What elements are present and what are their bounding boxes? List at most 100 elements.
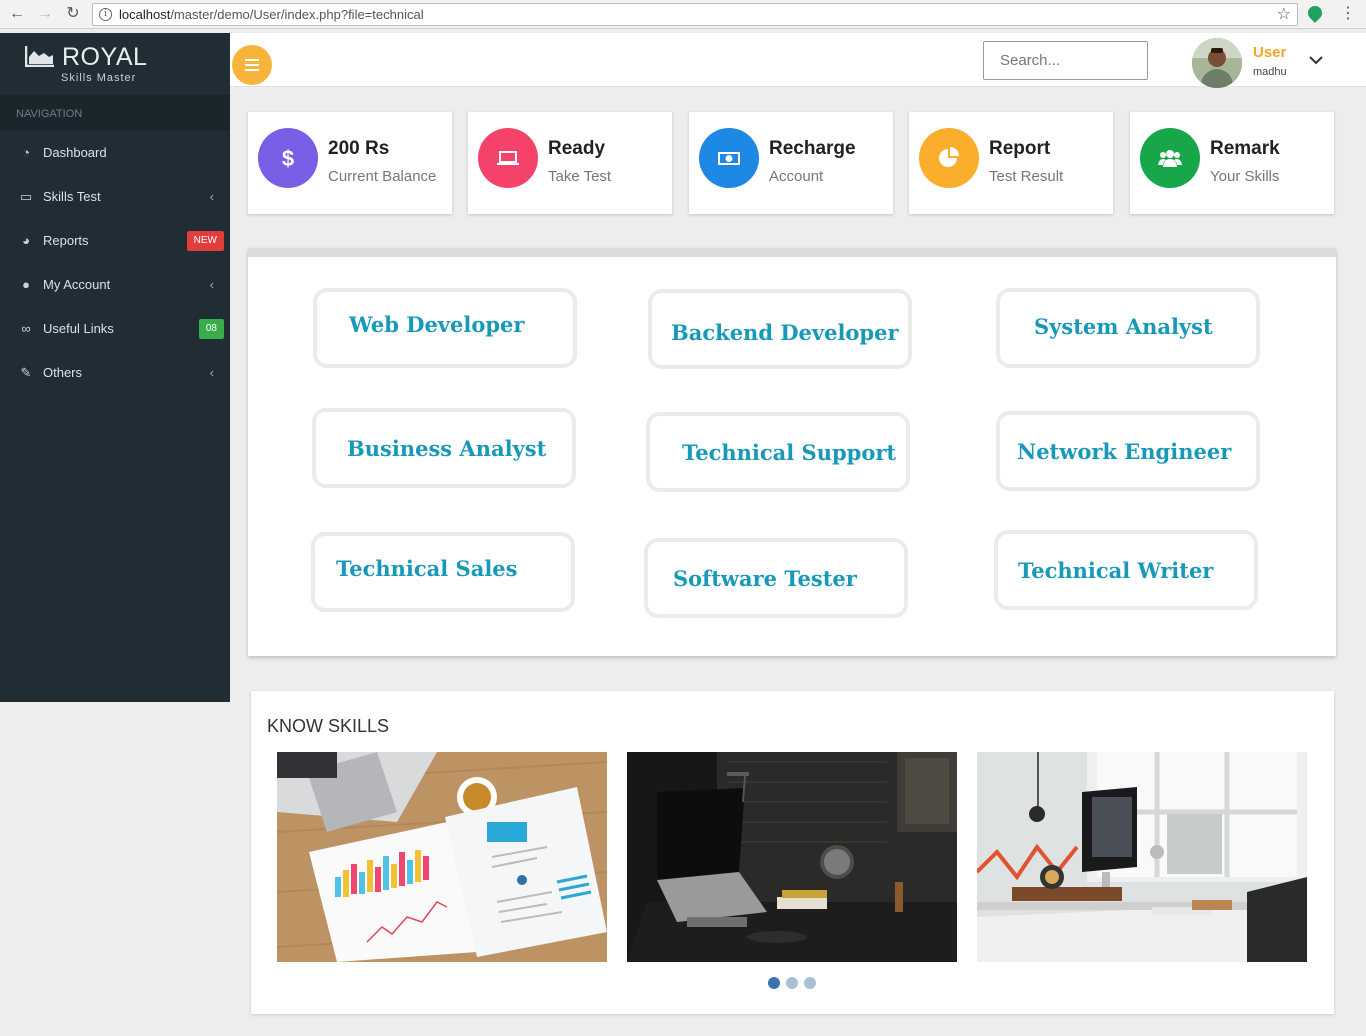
info-icon[interactable]: i <box>99 8 112 21</box>
svg-text:$: $ <box>282 146 294 170</box>
skill-backend-developer[interactable]: Backend Developer <box>648 289 912 369</box>
stat-subtitle: Your Skills <box>1210 168 1280 185</box>
avatar[interactable] <box>1192 38 1242 88</box>
stat-title: Remark <box>1210 138 1280 159</box>
brand-subtitle: Skills Master <box>61 72 137 84</box>
new-badge: NEW <box>186 231 224 251</box>
sidebar-item-label: My Account <box>43 277 111 292</box>
skill-label: Network Engineer <box>1017 439 1232 464</box>
stat-subtitle: Test Result <box>989 168 1064 185</box>
carousel-dot[interactable] <box>786 977 798 989</box>
sidebar-item-my-account[interactable]: ● My Account ‹ <box>0 263 230 307</box>
skill-business-analyst[interactable]: Business Analyst <box>312 408 576 488</box>
laptop-icon: ▭ <box>19 189 33 204</box>
skill-label: Backend Developer <box>671 320 899 345</box>
extension-icon[interactable] <box>1305 3 1325 23</box>
hamburger-line <box>245 69 259 71</box>
search-input[interactable] <box>983 41 1148 80</box>
stat-card-balance[interactable]: $ 200 Rs Current Balance <box>248 112 452 214</box>
users-icon <box>1140 128 1200 188</box>
stat-title: 200 Rs <box>328 138 390 159</box>
sidebar-item-label: Dashboard <box>43 145 107 160</box>
address-url[interactable]: localhost/master/demo/User/index.php?fil… <box>119 4 424 25</box>
laptop-on-desk-photo <box>627 752 957 962</box>
dollar-glyph: $ <box>282 146 294 170</box>
chevron-down-icon[interactable] <box>1309 53 1323 67</box>
browser-menu-icon[interactable]: ⋮ <box>1340 5 1356 23</box>
skill-web-developer[interactable]: Web Developer <box>313 288 577 368</box>
sidebar-item-dashboard[interactable]: ◔ Dashboard <box>0 131 230 175</box>
analytics-paper-photo <box>277 752 607 962</box>
sidebar-item-label: Reports <box>43 233 89 248</box>
stat-subtitle: Account <box>769 168 824 185</box>
laptop-icon <box>478 128 538 188</box>
pie-glyph <box>939 147 959 167</box>
sidebar-item-label: Others <box>43 365 83 380</box>
carousel-dot[interactable] <box>804 977 816 989</box>
sidebar-item-reports[interactable]: ◕ Reports NEW <box>0 219 230 263</box>
count-badge: 08 <box>198 319 224 339</box>
sidebar-item-label: Useful Links <box>43 321 114 336</box>
skill-label: Technical Sales <box>336 556 518 581</box>
edit-icon: ✎ <box>20 365 32 380</box>
stat-card-recharge[interactable]: Recharge Account <box>689 112 893 214</box>
carousel-dot[interactable] <box>768 977 780 989</box>
slide-analytics-paper[interactable] <box>277 752 607 962</box>
pie-chart-icon <box>919 128 979 188</box>
sidebar-item-skills-test[interactable]: ▭ Skills Test ‹ <box>0 175 230 219</box>
back-arrow-icon[interactable]: ← <box>8 5 26 23</box>
skill-label: Technical Writer <box>1018 558 1214 583</box>
user-icon: ● <box>22 277 30 292</box>
money-glyph <box>718 152 740 165</box>
browser-toolbar: ← → ↻ i localhost/master/demo/User/index… <box>0 0 1366 29</box>
skill-network-engineer[interactable]: Network Engineer <box>996 411 1260 491</box>
stat-card-remark[interactable]: Remark Your Skills <box>1130 112 1334 214</box>
skill-software-tester[interactable]: Software Tester <box>644 538 908 618</box>
stat-title: Ready <box>548 138 606 159</box>
sidebar-item-others[interactable]: ✎ Others ‹ <box>0 351 230 395</box>
home-office-photo <box>977 752 1307 962</box>
money-icon <box>699 128 759 188</box>
area-chart-icon <box>25 46 54 67</box>
skill-label: Software Tester <box>673 566 857 591</box>
sidebar-item-useful-links[interactable]: ∞ Useful Links 08 <box>0 307 230 351</box>
skill-label: Web Developer <box>349 312 525 337</box>
stat-title: Recharge <box>769 138 856 159</box>
user-name[interactable]: User <box>1253 44 1286 61</box>
skill-label: System Analyst <box>1034 314 1213 339</box>
skill-technical-writer[interactable]: Technical Writer <box>994 530 1258 610</box>
sidebar-item-label: Skills Test <box>43 189 101 204</box>
know-skills-title: KNOW SKILLS <box>267 716 390 736</box>
nav-header: NAVIGATION <box>0 95 230 131</box>
dollar-icon: $ <box>258 128 318 188</box>
stat-card-report[interactable]: Report Test Result <box>909 112 1113 214</box>
hamburger-line <box>245 64 259 66</box>
know-skills-panel: KNOW SKILLS <box>251 691 1334 1014</box>
bookmark-star-icon[interactable]: ☆ <box>1277 4 1291 25</box>
brand[interactable]: ROYAL Skills Master <box>0 33 230 95</box>
top-header: User madhu <box>230 33 1366 88</box>
sidebar: ROYAL Skills Master NAVIGATION ◔ Dashboa… <box>0 33 230 702</box>
brand-title: ROYAL <box>62 43 148 71</box>
reload-icon[interactable]: ↻ <box>64 5 82 23</box>
address-bar[interactable]: i localhost/master/demo/User/index.php?f… <box>92 3 1298 26</box>
slide-home-office[interactable] <box>977 752 1307 962</box>
dashboard-icon: ◔ <box>22 145 30 160</box>
skill-label: Technical Support <box>682 440 897 465</box>
url-host: localhost <box>119 7 171 22</box>
skill-technical-sales[interactable]: Technical Sales <box>311 532 575 612</box>
avatar-photo <box>1192 38 1242 88</box>
chevron-left-icon: ‹ <box>209 365 214 380</box>
chevron-left-icon: ‹ <box>209 189 214 204</box>
slide-laptop-desk[interactable] <box>627 752 957 962</box>
forward-arrow-icon[interactable]: → <box>36 5 54 23</box>
url-path: /master/demo/User/index.php?file=technic… <box>170 7 424 22</box>
stat-subtitle: Take Test <box>548 168 612 185</box>
skill-technical-support[interactable]: Technical Support <box>646 412 910 492</box>
skill-system-analyst[interactable]: System Analyst <box>996 288 1260 368</box>
users-glyph <box>1158 150 1182 167</box>
menu-toggle-button[interactable] <box>232 45 272 85</box>
stat-card-take-test[interactable]: Ready Take Test <box>468 112 672 214</box>
skill-label: Business Analyst <box>347 436 547 461</box>
laptop-glyph <box>497 151 519 165</box>
